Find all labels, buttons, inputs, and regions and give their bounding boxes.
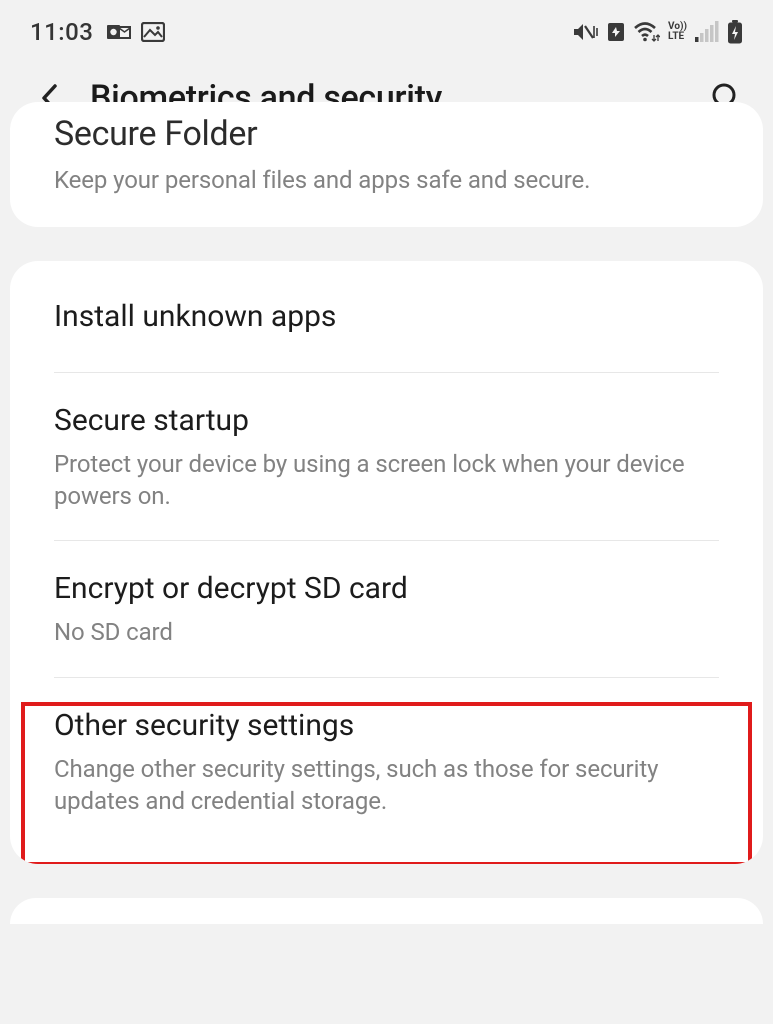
outlook-icon <box>107 22 133 42</box>
setting-other-security[interactable]: Other security settings Change other sec… <box>10 678 763 864</box>
card-security-options: Install unknown apps Secure startup Prot… <box>10 261 763 864</box>
status-time: 11:03 <box>30 18 93 46</box>
setting-subtitle: No SD card <box>54 616 719 648</box>
setting-title: Encrypt or decrypt SD card <box>54 569 719 608</box>
setting-secure-startup[interactable]: Secure startup Protect your device by us… <box>10 373 763 541</box>
mute-vibrate-icon <box>572 21 598 43</box>
status-bar: 11:03 Vo)) LTE <box>0 0 773 56</box>
setting-encrypt-sd-card[interactable]: Encrypt or decrypt SD card No SD card <box>10 541 763 676</box>
setting-title: Other security settings <box>54 706 719 745</box>
signal-icon <box>695 21 719 43</box>
volte-icon: Vo)) LTE <box>668 22 687 42</box>
content: Secure Folder Keep your personal files a… <box>0 102 773 924</box>
setting-title: Secure startup <box>54 401 719 440</box>
setting-secure-folder[interactable]: Secure Folder Keep your personal files a… <box>10 102 763 227</box>
setting-subtitle: Change other security settings, such as … <box>54 753 719 818</box>
wifi-icon <box>634 21 660 43</box>
setting-subtitle: Keep your personal files and apps safe a… <box>54 164 719 196</box>
card-secure-folder: Secure Folder Keep your personal files a… <box>10 102 763 227</box>
setting-title: Install unknown apps <box>54 297 719 336</box>
status-right: Vo)) LTE <box>572 20 743 44</box>
status-left: 11:03 <box>30 18 165 46</box>
card-next-cutoff <box>10 898 763 924</box>
setting-install-unknown-apps[interactable]: Install unknown apps <box>10 261 763 372</box>
image-icon <box>141 22 165 42</box>
setting-subtitle: Protect your device by using a screen lo… <box>54 448 719 513</box>
data-saver-icon <box>606 21 626 43</box>
setting-title: Secure Folder <box>54 112 719 156</box>
status-icons-left <box>107 22 165 42</box>
battery-charging-icon <box>727 20 743 44</box>
